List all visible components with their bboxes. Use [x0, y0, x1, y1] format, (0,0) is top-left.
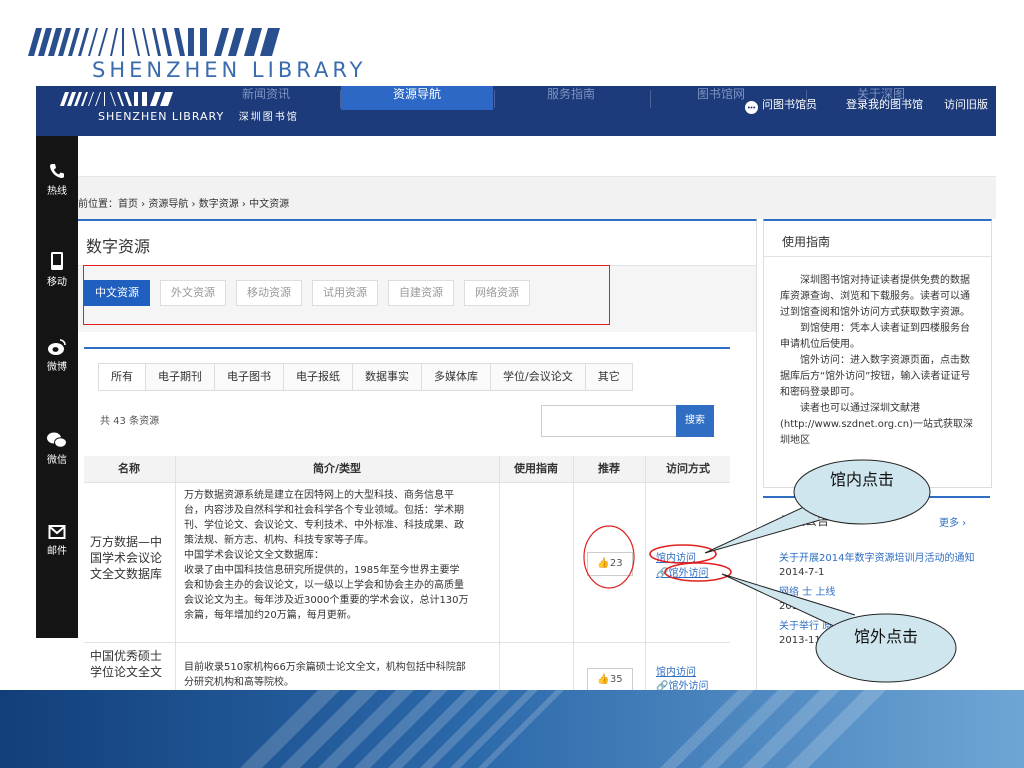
bottom-stripes — [240, 690, 886, 768]
callout-bubble-out — [815, 613, 957, 683]
slide-bottom-band — [0, 690, 1024, 768]
callout-text-out: 馆外点击 — [854, 627, 919, 646]
highlight-ellipse-in — [649, 544, 717, 564]
annotation-layer — [649, 459, 957, 683]
highlight-ellipse-out — [664, 562, 732, 582]
callout-pointer-in — [704, 505, 821, 554]
callout-text-in: 馆内点击 — [830, 470, 895, 489]
callout-pointer-out — [721, 573, 856, 629]
